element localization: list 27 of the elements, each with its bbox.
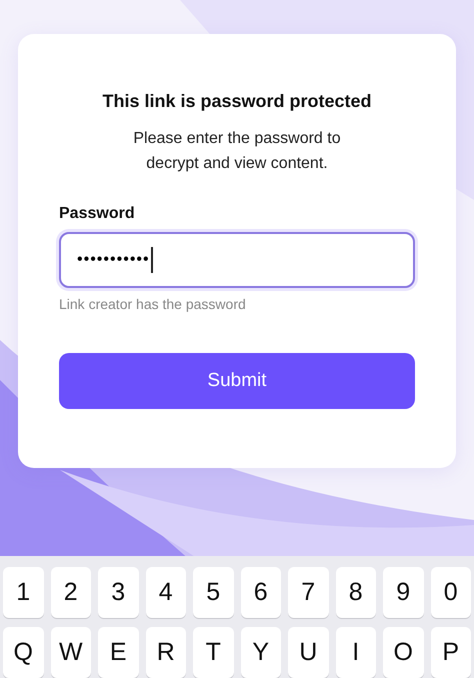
keyboard-key[interactable]: 2	[50, 567, 91, 618]
dialog-message: Please enter the password to decrypt and view content.	[132, 129, 342, 174]
keyboard-key[interactable]: 8	[336, 567, 376, 618]
keyboard-key[interactable]: Y	[240, 627, 281, 678]
field-label: Password	[59, 204, 136, 224]
keyboard-key[interactable]: O	[383, 627, 424, 678]
keyboard-key[interactable]: 4	[146, 567, 186, 618]
keyboard-key[interactable]: T	[193, 627, 234, 678]
submit-button[interactable]: Submit	[59, 353, 415, 409]
keyboard-key[interactable]: I	[336, 627, 376, 678]
keyboard-key[interactable]: 7	[288, 567, 328, 618]
keyboard-key[interactable]: W	[50, 627, 91, 678]
dialog-title: This link is password protected	[102, 90, 372, 112]
keyboard-key[interactable]: 5	[193, 567, 234, 618]
keyboard-key[interactable]: 1	[3, 567, 44, 618]
keyboard-key[interactable]: 0	[430, 567, 471, 618]
keyboard-key[interactable]: P	[430, 627, 471, 678]
password-field[interactable]: •••••••••••	[59, 232, 415, 288]
keyboard-key[interactable]: 6	[240, 567, 281, 618]
keyboard-key[interactable]: R	[146, 627, 186, 678]
keyboard-key[interactable]: 3	[98, 567, 138, 618]
field-hint: Link creator has the password	[59, 295, 247, 313]
keyboard-key[interactable]: Q	[3, 627, 44, 678]
keyboard-key[interactable]: E	[98, 627, 138, 678]
text-cursor	[150, 247, 153, 273]
keyboard-key[interactable]: 9	[383, 567, 424, 618]
keyboard-key[interactable]: U	[288, 627, 328, 678]
